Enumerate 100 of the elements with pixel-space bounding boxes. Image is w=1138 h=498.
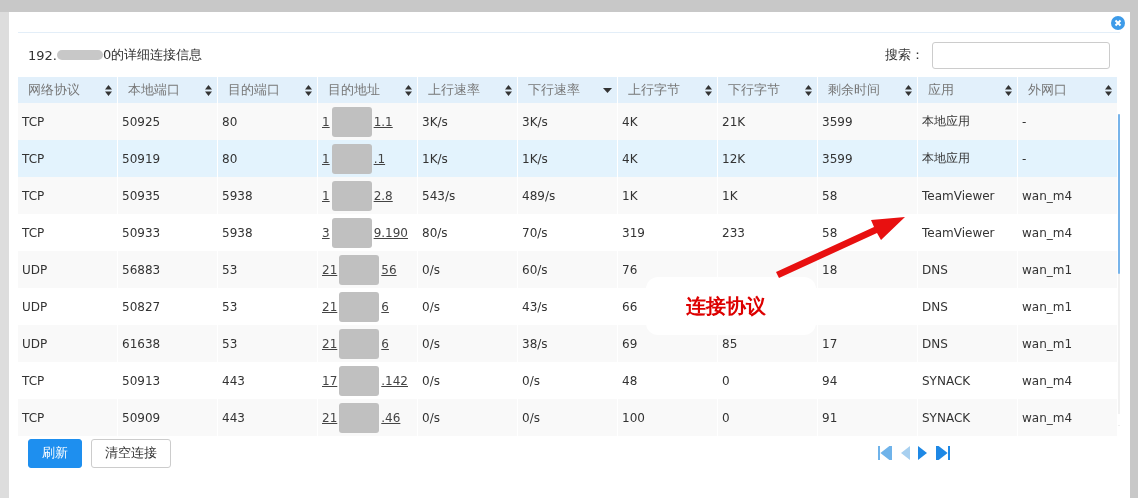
sort-descending-icon: [603, 87, 612, 93]
table-cell: wan_m4: [1022, 225, 1073, 240]
table-cell: 94: [822, 373, 838, 388]
table-cell: DNS: [922, 262, 948, 277]
table-cell: SYNACK: [922, 410, 971, 425]
address-link[interactable]: 1: [322, 188, 330, 203]
table-cell: 100: [622, 410, 645, 425]
table-cell: 0/s: [422, 373, 440, 388]
dialog-title: 0的详细连接信息: [102, 46, 203, 64]
table-cell: wan_m4: [1022, 410, 1073, 425]
table-cell: 50827: [122, 299, 161, 314]
table-cell: UDP: [22, 336, 48, 351]
table-cell: 4K: [622, 151, 638, 166]
address-link[interactable]: 6: [381, 299, 389, 314]
search-field[interactable]: [932, 41, 1110, 69]
redaction-mark: [331, 106, 372, 137]
first-page-icon[interactable]: [878, 446, 892, 460]
table-cell: 80: [222, 151, 238, 166]
address-link[interactable]: 21: [322, 262, 338, 277]
table-cell: 17: [822, 336, 838, 351]
address-link[interactable]: 3: [322, 225, 330, 240]
table-cell: 489/s: [522, 188, 556, 203]
clear-button[interactable]: 清空连接: [91, 438, 171, 468]
table-cell: wan_m1: [1022, 262, 1073, 277]
table-cell: 12K: [722, 151, 746, 166]
table-cell: 0: [722, 373, 730, 388]
sort-icon: [105, 84, 112, 96]
redaction-mark: [339, 365, 380, 396]
table-cell: 3599: [822, 151, 853, 166]
table-cell: 66: [622, 299, 638, 314]
address-link[interactable]: 21: [322, 299, 338, 314]
table-row[interactable]: UDP 61638 53 21 6 0/s 38/s 69 85 17 DNS wan_m1: [18, 325, 1118, 362]
table-cell: 61638: [122, 336, 161, 351]
sort-icon: [805, 84, 812, 96]
table-row[interactable]: TCP 50919 80 1 .1 1K/s 1K/s 4K 12K 3599 本地应用 -: [18, 140, 1118, 177]
sort-icon: [705, 84, 712, 96]
previous-page-icon[interactable]: [900, 446, 910, 460]
table-row[interactable]: UDP 56883 53 21 56 0/s 60/s 76 18 DNS wan_m1: [18, 251, 1118, 288]
table-cell: 1K: [722, 188, 738, 203]
table-cell: 0/s: [522, 410, 540, 425]
table-cell: 85: [722, 336, 738, 351]
table-cell: DNS: [922, 299, 948, 314]
sort-icon: [405, 84, 412, 96]
redaction-mark: [339, 254, 380, 285]
table-cell: 50935: [122, 188, 161, 203]
table-cell: 50909: [122, 410, 161, 425]
table-cell: -: [1022, 114, 1027, 129]
table-cell: 0/s: [422, 299, 440, 314]
address-link[interactable]: 6: [381, 336, 389, 351]
address-link[interactable]: 1: [322, 114, 330, 129]
redaction-mark: [339, 402, 380, 433]
table-row[interactable]: TCP 50935 5938 1 2.8 543/s 489/s 1K 1K 58 TeamViewer wan_m4: [18, 177, 1118, 214]
address-link[interactable]: 1.1: [373, 114, 393, 129]
table-cell: 3K/s: [422, 114, 448, 129]
scrollbar[interactable]: [1118, 114, 1120, 414]
address-link[interactable]: .1: [373, 151, 386, 166]
address-link[interactable]: 2.8: [373, 188, 393, 203]
next-page-icon[interactable]: [918, 446, 928, 460]
table-cell: 58: [822, 225, 838, 240]
table-cell: 58: [822, 188, 838, 203]
annotation-text: 连接协议: [686, 292, 766, 320]
table-row[interactable]: TCP 50909 443 21 .46 0/s 0/s 100 0 91 SYNACK wan_m4: [18, 399, 1118, 436]
redaction-mark: [56, 50, 103, 60]
address-link[interactable]: 9.190: [373, 225, 408, 240]
table-row[interactable]: TCP 50925 80 1 1.1 3K/s 3K/s 4K 21K 3599 本地应用 -: [18, 103, 1118, 140]
table-cell: 443: [222, 410, 245, 425]
table-cell: 50919: [122, 151, 161, 166]
table-cell: 80: [222, 114, 238, 129]
close-icon[interactable]: [1111, 16, 1125, 30]
address-link[interactable]: 56: [381, 262, 397, 277]
table-cell: 91: [822, 410, 838, 425]
table-cell: 56883: [122, 262, 161, 277]
address-link[interactable]: .142: [381, 373, 408, 388]
sort-icon: [505, 84, 512, 96]
address-link[interactable]: 17: [322, 373, 338, 388]
table-cell: TeamViewer: [922, 188, 995, 203]
redaction-mark: [331, 217, 372, 248]
table-cell: 48: [622, 373, 638, 388]
table-cell: 53: [222, 262, 238, 277]
table-cell: 0/s: [422, 262, 440, 277]
sort-icon: [1005, 84, 1012, 96]
table-cell: 69: [622, 336, 638, 351]
table-cell: 18: [822, 262, 838, 277]
address-link[interactable]: 21: [322, 336, 338, 351]
table-cell: 38/s: [522, 336, 548, 351]
sort-icon: [1105, 84, 1112, 96]
table-cell: DNS: [922, 336, 948, 351]
table-cell: TCP: [22, 373, 45, 388]
sort-icon: [305, 84, 312, 96]
table-cell: TCP: [22, 114, 45, 129]
address-link[interactable]: .46: [381, 410, 401, 425]
table-cell: wan_m1: [1022, 336, 1073, 351]
address-link[interactable]: 21: [322, 410, 338, 425]
search-label: 搜索：: [885, 46, 924, 64]
last-page-icon[interactable]: [936, 446, 950, 460]
sort-icon: [905, 84, 912, 96]
table-cell: 53: [222, 336, 238, 351]
table-cell: 4K: [622, 114, 638, 129]
table-cell: 5938: [222, 225, 253, 240]
address-link[interactable]: 1: [322, 151, 330, 166]
